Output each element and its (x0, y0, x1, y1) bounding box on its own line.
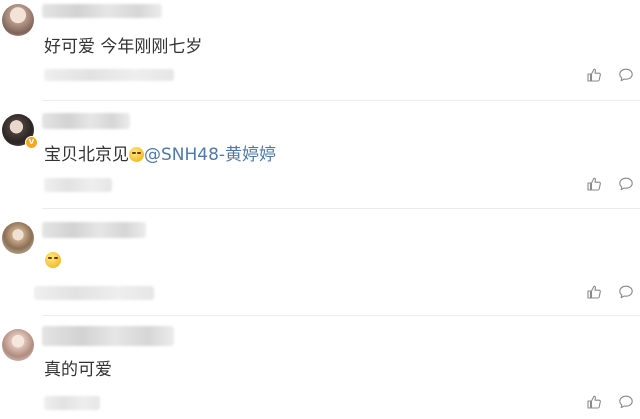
comment-actions (586, 394, 634, 410)
sly-smile-emoji-icon (129, 147, 144, 162)
blurred-timestamp (44, 178, 112, 192)
comment-text: 好可爱 今年刚刚七岁 (44, 37, 203, 57)
comment-bubble-icon[interactable] (618, 67, 634, 83)
avatar[interactable] (2, 222, 34, 254)
comment-bubble-icon[interactable] (618, 176, 634, 192)
blurred-username (42, 222, 146, 238)
blurred-username (42, 113, 130, 129)
thumbs-up-icon[interactable] (586, 284, 602, 300)
comment-item: 好可爱 今年刚刚七岁 (0, 0, 640, 100)
comment-item: 真的可爱 (0, 316, 640, 419)
sly-smile-emoji-icon (45, 252, 61, 268)
comment-text-plain: 宝贝北京见 (44, 145, 129, 165)
blurred-username (42, 326, 174, 346)
comment-bubble-icon[interactable] (618, 394, 634, 410)
comment-actions (586, 284, 634, 300)
mention-link[interactable]: @SNH48-黄婷婷 (144, 145, 276, 165)
comment-bubble-icon[interactable] (618, 284, 634, 300)
avatar[interactable] (2, 4, 34, 36)
thumbs-up-icon[interactable] (586, 176, 602, 192)
blurred-timestamp (44, 69, 174, 81)
blurred-timestamp (44, 396, 100, 410)
comment-text: 真的可爱 (44, 360, 112, 380)
verified-badge-icon: V (25, 136, 38, 149)
avatar[interactable] (2, 329, 34, 361)
thumbs-up-icon[interactable] (586, 394, 602, 410)
blurred-timestamp (34, 286, 154, 300)
comment-actions (586, 67, 634, 83)
comment-actions (586, 176, 634, 192)
blurred-username (42, 4, 162, 18)
comment-text: 宝贝北京见 @SNH48-黄婷婷 (44, 144, 276, 166)
thumbs-up-icon[interactable] (586, 67, 602, 83)
comment-item (0, 209, 640, 315)
comment-item: V 宝贝北京见 @SNH48-黄婷婷 (0, 101, 640, 208)
